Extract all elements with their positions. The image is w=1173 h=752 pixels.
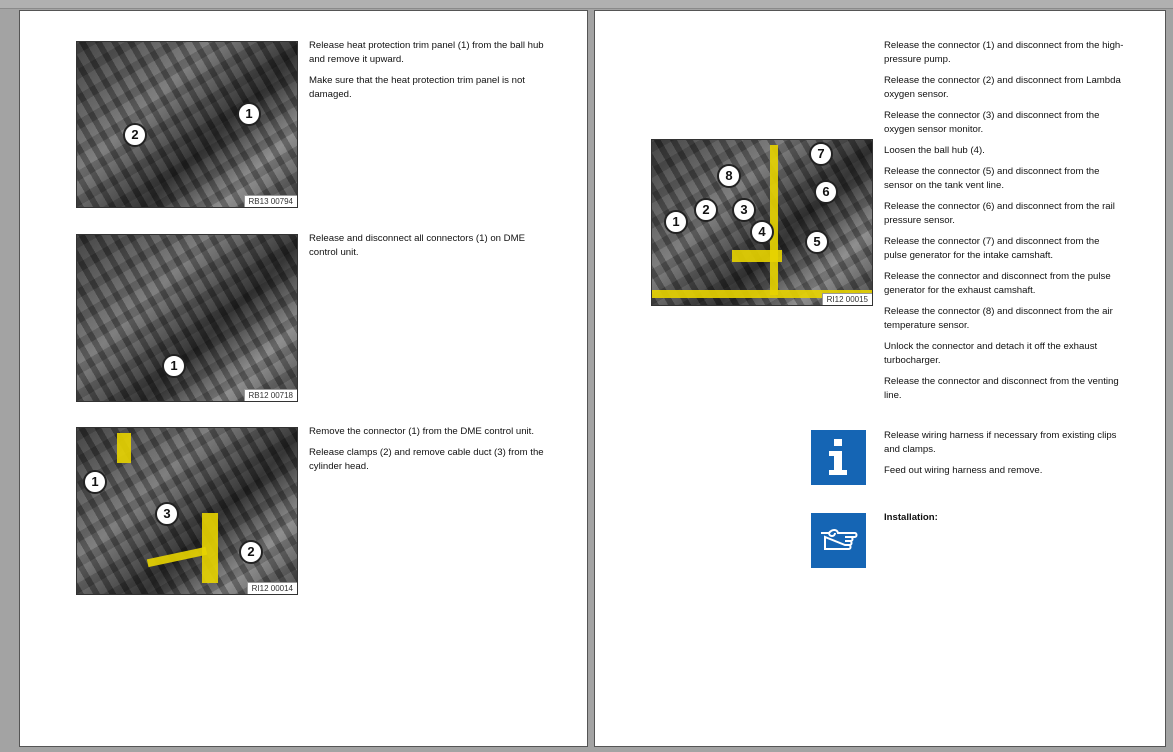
instruction: Release and disconnect all connectors (1… <box>309 233 525 258</box>
instruction: Release heat protection trim panel (1) f… <box>309 40 544 65</box>
instruction: Release the connector and disconnect fro… <box>884 376 1119 401</box>
step-text: Release the connector (1) and disconnect… <box>884 39 1124 410</box>
instruction: Loosen the ball hub (4). <box>884 145 985 156</box>
instruction: Release the connector (6) and disconnect… <box>884 201 1115 226</box>
figure-caption: RI12 00015 <box>821 293 872 305</box>
callout: 3 <box>732 198 756 222</box>
viewer-toolbar <box>0 0 1173 9</box>
callout: 8 <box>717 164 741 188</box>
step-text: Remove the connector (1) from the DME co… <box>309 425 559 481</box>
figure-caption: RB12 00718 <box>243 389 297 401</box>
callout: 1 <box>664 210 688 234</box>
instruction: Release the connector (1) and disconnect… <box>884 40 1124 65</box>
step-text: Release heat protection trim panel (1) f… <box>309 39 549 109</box>
callout: 2 <box>239 540 263 564</box>
step-text: Release and disconnect all connectors (1… <box>309 232 549 267</box>
figure-dme-connectors: 1 RB12 00718 <box>76 234 298 402</box>
instruction: Release the connector (2) and disconnect… <box>884 75 1121 100</box>
callout: 6 <box>814 180 838 204</box>
note-text: Release wiring harness if necessary from… <box>884 429 1124 485</box>
callout: 7 <box>809 142 833 166</box>
instruction: Release clamps (2) and remove cable duct… <box>309 447 544 472</box>
callout: 5 <box>805 230 829 254</box>
callout: 1 <box>162 354 186 378</box>
installation-heading: Installation: <box>884 512 938 523</box>
instruction: Unlock the connector and detach it off t… <box>884 341 1098 366</box>
callout: 3 <box>155 502 179 526</box>
figure-caption: RB13 00794 <box>243 195 297 207</box>
page-right: 7 8 6 1 2 3 4 5 RI12 00015 Release the c… <box>594 10 1166 747</box>
instruction: Release the connector (3) and disconnect… <box>884 110 1100 135</box>
instruction: Make sure that the heat protection trim … <box>309 75 525 100</box>
instruction: Release the connector and disconnect fro… <box>884 271 1111 296</box>
page-left: 1 2 RB13 00794 Release heat protection t… <box>19 10 588 747</box>
callout: 4 <box>750 220 774 244</box>
figure-heat-protection-panel: 1 2 RB13 00794 <box>76 41 298 208</box>
instruction: Release the connector (7) and disconnect… <box>884 236 1100 261</box>
callout: 2 <box>694 198 718 222</box>
figure-caption: RI12 00014 <box>246 582 297 594</box>
callout: 1 <box>83 470 107 494</box>
callout: 1 <box>237 102 261 126</box>
pointing-hand-icon <box>811 513 866 568</box>
instruction: Remove the connector (1) from the DME co… <box>309 426 535 437</box>
instruction: Release the connector (8) and disconnect… <box>884 306 1113 331</box>
info-icon <box>811 430 866 485</box>
figure-cable-duct: 1 3 2 RI12 00014 <box>76 427 298 595</box>
note: Release wiring harness if necessary from… <box>884 430 1117 455</box>
note: Feed out wiring harness and remove. <box>884 465 1043 476</box>
instruction: Release the connector (5) and disconnect… <box>884 166 1100 191</box>
figure-engine-connectors: 7 8 6 1 2 3 4 5 RI12 00015 <box>651 139 873 306</box>
callout: 2 <box>123 123 147 147</box>
